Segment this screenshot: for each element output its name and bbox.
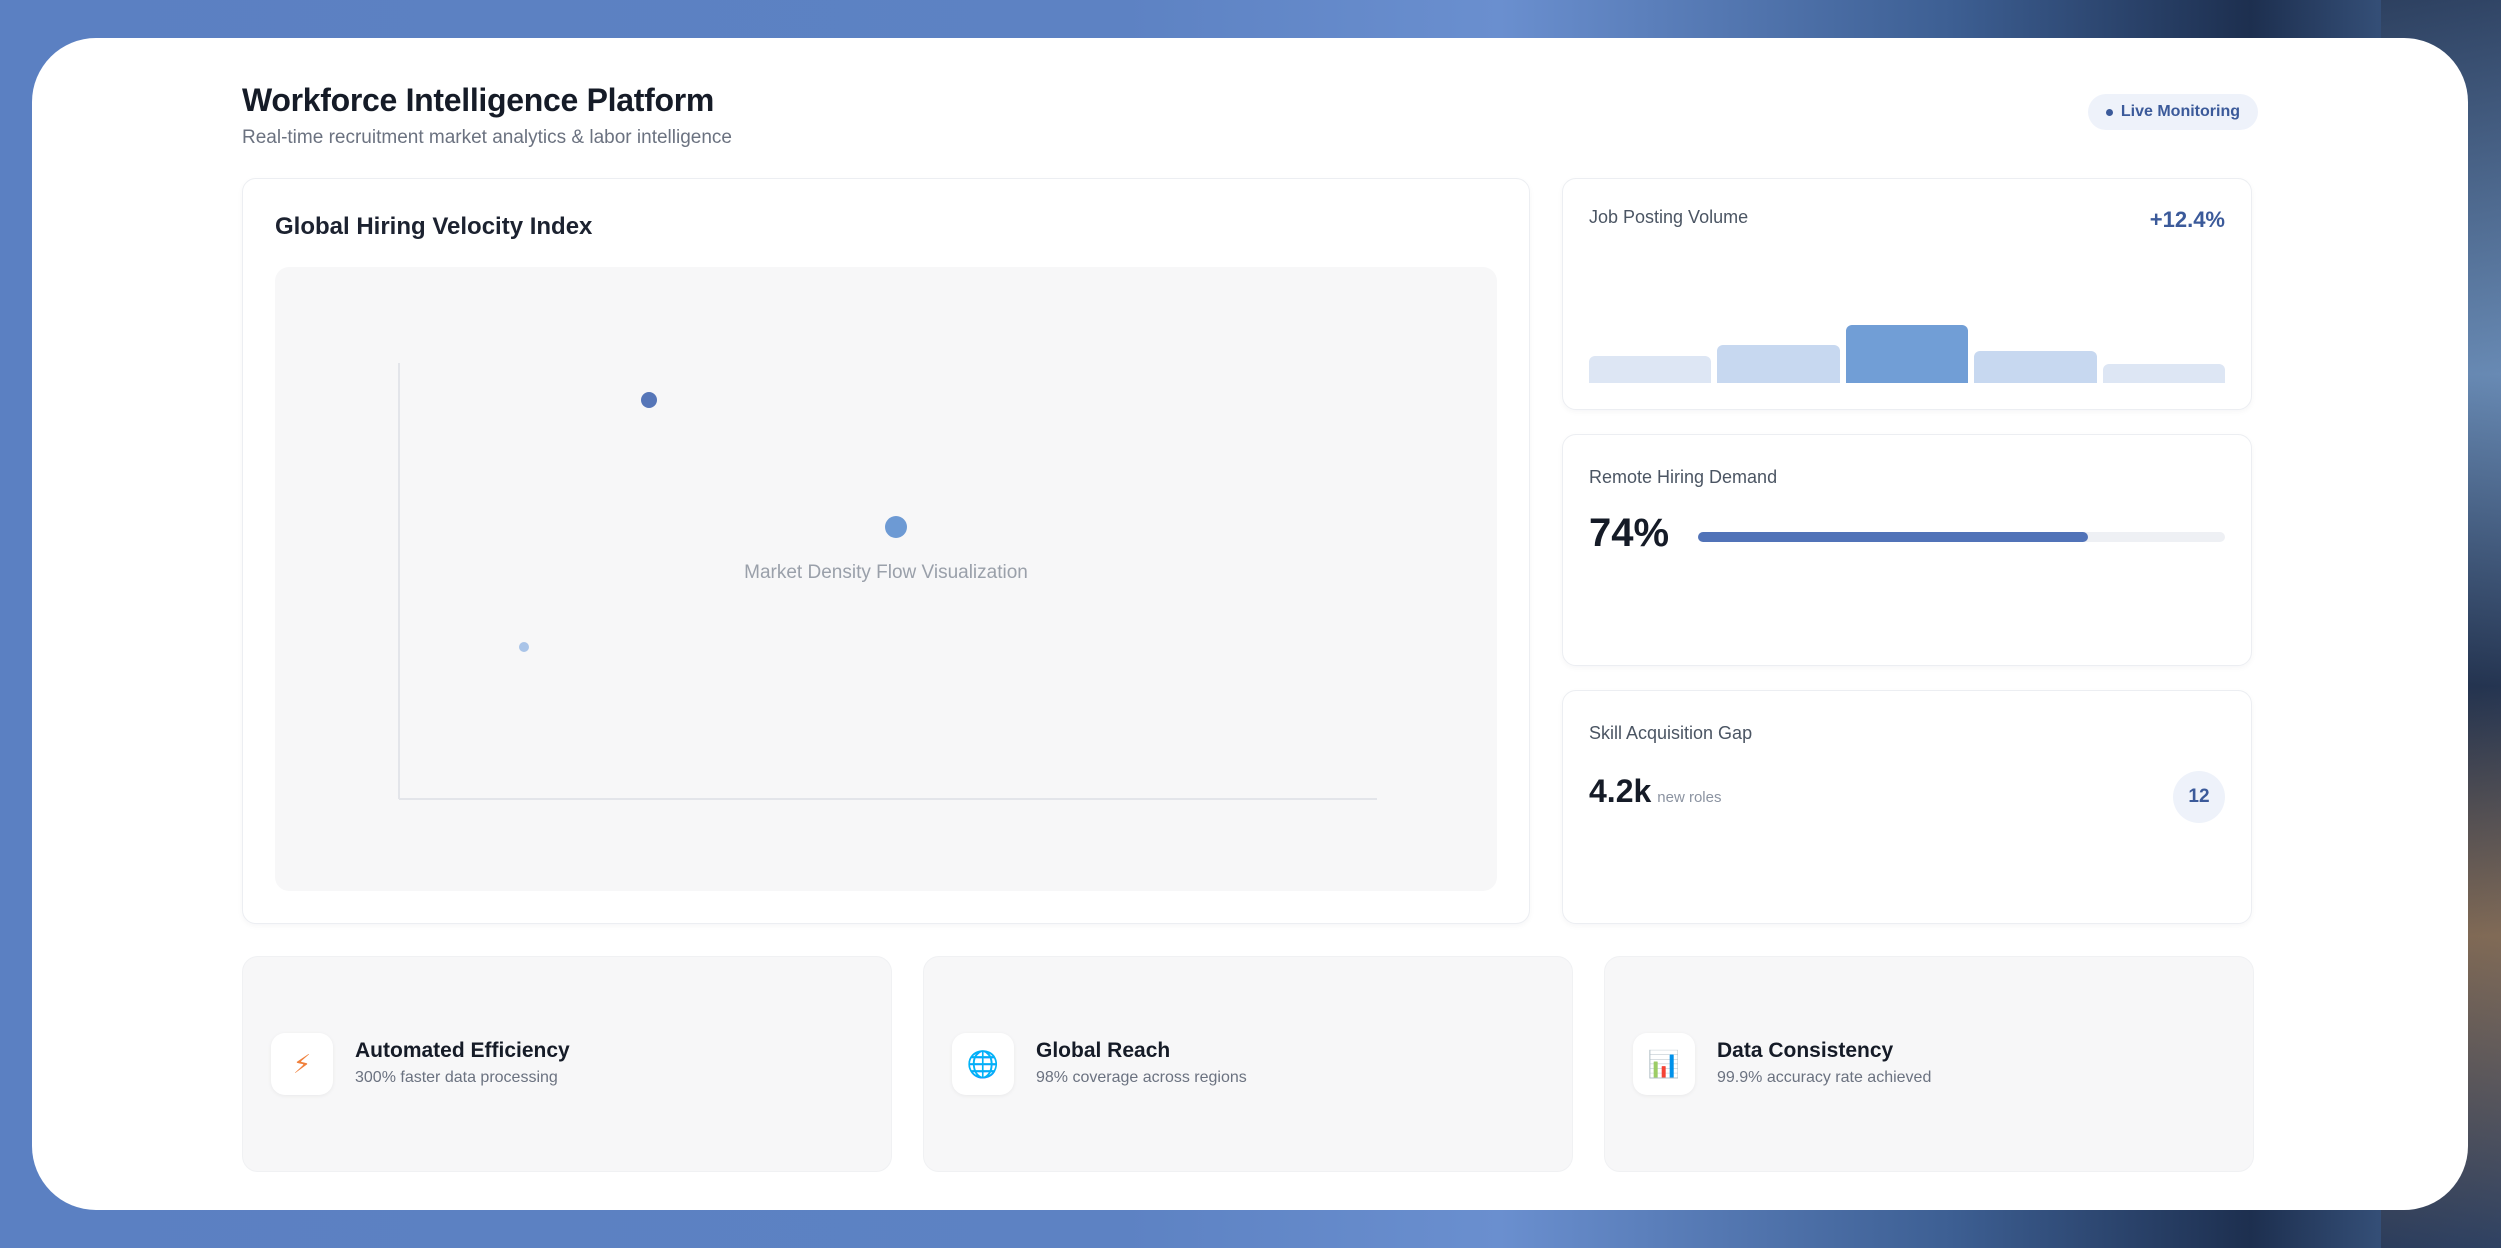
job-posting-bar [1974,351,2097,383]
feature-desc: 99.9% accuracy rate achieved [1717,1069,1932,1086]
lightning-icon: ⚡ [271,1033,333,1095]
page-title: Workforce Intelligence Platform [242,82,714,118]
page-subtitle: Real-time recruitment market analytics &… [242,127,732,148]
remote-hiring-value: 74% [1589,511,1670,555]
skill-gap-value: 4.2k new roles [1589,773,1721,810]
remote-hiring-progress [1698,532,2225,542]
feature-desc: 300% faster data processing [355,1069,558,1086]
remote-hiring-label: Remote Hiring Demand [1589,467,1778,487]
density-point-2 [885,516,907,538]
skill-gap-label: Skill Acquisition Gap [1589,723,1753,743]
feature-title: Global Reach [1036,1039,1171,1062]
feature-desc: 98% coverage across regions [1036,1069,1247,1086]
job-posting-bar [1717,344,1840,383]
live-monitoring-label: Live Monitoring [2120,103,2240,120]
feature-card-efficiency: ⚡ Automated Efficiency 300% faster data … [242,956,892,1172]
live-monitoring-badge[interactable]: Live Monitoring [2087,94,2258,130]
density-point-1 [641,392,657,408]
skill-gap-number: 4.2k [1589,773,1652,809]
remote-hiring-card: Remote Hiring Demand 74% [1562,434,2252,666]
job-posting-bars [1589,303,2226,383]
job-posting-growth: +12.4% [2149,207,2225,232]
live-dot-icon [2105,108,2113,116]
dashboard-frame: Workforce Intelligence Platform Real-tim… [32,38,2468,1210]
skill-gap-unit: new roles [1657,789,1722,806]
feature-title: Automated Efficiency [355,1039,570,1062]
density-point-3 [519,642,529,652]
feature-title: Data Consistency [1717,1039,1894,1062]
job-posting-bar [1589,355,1712,383]
remote-hiring-progress-fill [1698,532,2088,542]
job-posting-bar [2102,363,2226,383]
plot-caption: Market Density Flow Visualization [744,562,1028,583]
page-header: Workforce Intelligence Platform Real-tim… [242,82,732,149]
feature-card-consistency: 📊 Data Consistency 99.9% accuracy rate a… [1604,956,2254,1172]
hiring-velocity-title: Global Hiring Velocity Index [275,213,593,240]
market-density-svg: Market Density Flow Visualization [398,363,1377,800]
feature-card-reach: 🌐 Global Reach 98% coverage across regio… [923,956,1573,1172]
market-density-plot: Market Density Flow Visualization [275,267,1497,891]
job-posting-card: Job Posting Volume +12.4% [1562,178,2252,410]
skill-gap-badge: 12 [2173,771,2225,823]
job-posting-bar [1845,325,1969,383]
skill-gap-card: Skill Acquisition Gap 4.2k new roles 12 [1562,690,2252,924]
globe-icon: 🌐 [952,1033,1014,1095]
bar-chart-icon: 📊 [1633,1033,1695,1095]
job-posting-label: Job Posting Volume [1589,207,1749,227]
hiring-velocity-card: Global Hiring Velocity Index Market Dens… [242,178,1530,924]
